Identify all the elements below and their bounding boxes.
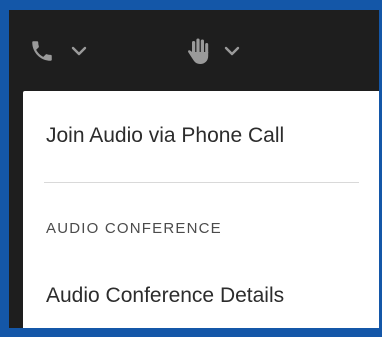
toolbar bbox=[9, 10, 379, 91]
raise-hand-button[interactable] bbox=[184, 34, 258, 68]
hand-icon bbox=[184, 36, 214, 66]
audio-conference-details-item[interactable]: Audio Conference Details bbox=[23, 273, 379, 319]
audio-conference-section-header: AUDIO CONFERENCE bbox=[46, 220, 222, 237]
audio-dropdown-menu: Join Audio via Phone Call AUDIO CONFEREN… bbox=[23, 91, 379, 328]
meeting-window: Join Audio via Phone Call AUDIO CONFEREN… bbox=[9, 10, 379, 328]
audio-menu-button[interactable] bbox=[29, 34, 111, 68]
phone-icon bbox=[29, 38, 55, 64]
menu-divider bbox=[44, 182, 359, 183]
chevron-down-icon bbox=[71, 46, 87, 56]
chevron-down-icon bbox=[224, 46, 240, 56]
join-audio-phone-item[interactable]: Join Audio via Phone Call bbox=[23, 113, 379, 159]
